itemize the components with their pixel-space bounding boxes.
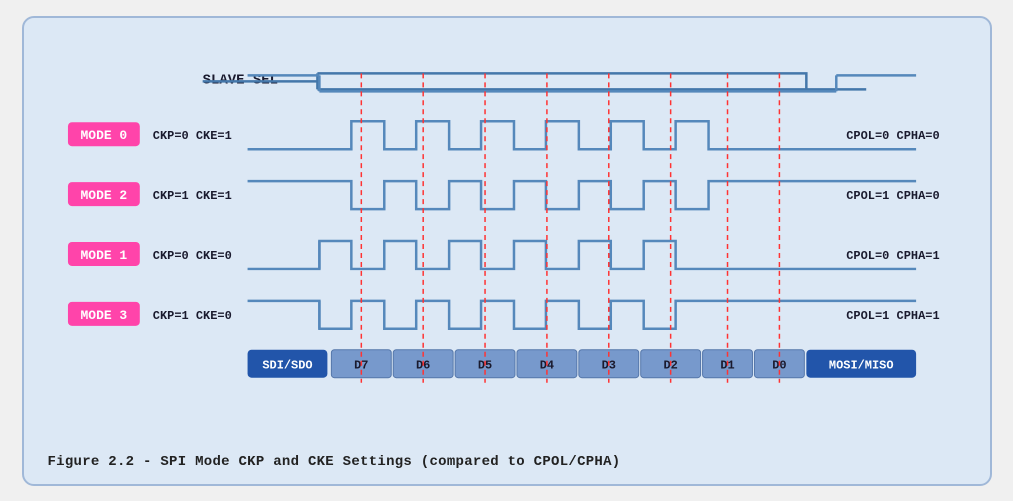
svg-text:MODE 0: MODE 0 — [80, 128, 127, 143]
svg-text:CKP=0 CKE=0: CKP=0 CKE=0 — [152, 248, 231, 262]
svg-text:CPOL=1 CPHA=0: CPOL=1 CPHA=0 — [846, 189, 939, 203]
svg-text:MODE 3: MODE 3 — [80, 307, 127, 322]
svg-text:CPOL=0 CPHA=1: CPOL=0 CPHA=1 — [846, 248, 939, 262]
svg-text:MODE 2: MODE 2 — [80, 188, 127, 203]
svg-text:SDI/SDO: SDI/SDO — [262, 358, 312, 372]
figure-caption: Figure 2.2 - SPI Mode CKP and CKE Settin… — [48, 454, 966, 470]
svg-text:CPOL=1 CPHA=1: CPOL=1 CPHA=1 — [846, 308, 939, 322]
svg-text:CKP=1 CKE=1: CKP=1 CKE=1 — [152, 189, 231, 203]
svg-text:CKP=0 CKE=1: CKP=0 CKE=1 — [152, 129, 231, 143]
svg-text:MOSI/MISO: MOSI/MISO — [828, 358, 893, 372]
main-container: .mono { font-family: 'Courier New', Cour… — [22, 16, 992, 486]
timing-diagram: .mono { font-family: 'Courier New', Cour… — [48, 36, 966, 444]
svg-text:MODE 1: MODE 1 — [80, 247, 127, 262]
svg-text:CKP=1 CKE=0: CKP=1 CKE=0 — [152, 308, 231, 322]
diagram-area: .mono { font-family: 'Courier New', Cour… — [48, 36, 966, 444]
svg-text:CPOL=0 CPHA=0: CPOL=0 CPHA=0 — [846, 129, 939, 143]
